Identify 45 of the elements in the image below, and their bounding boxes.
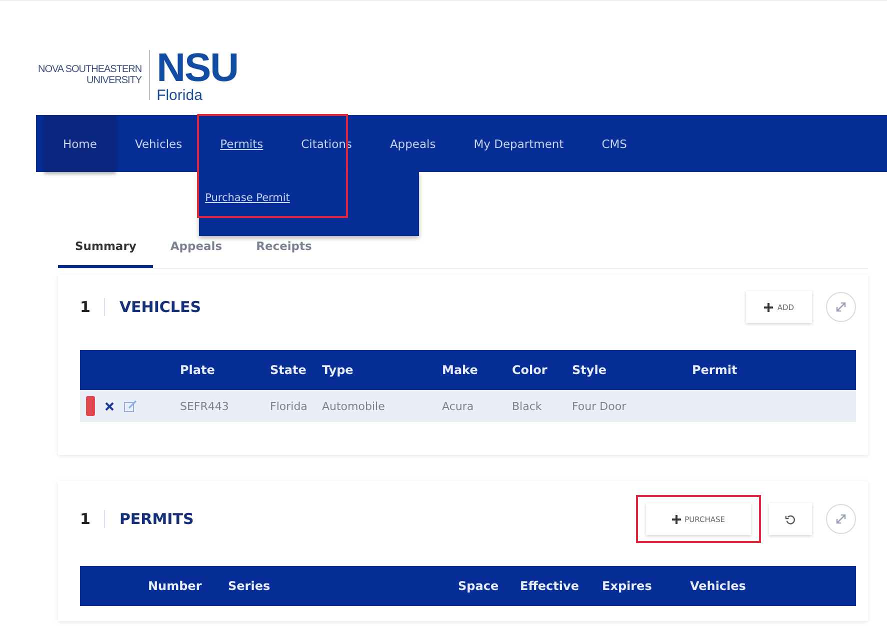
column-header: Expires bbox=[602, 579, 653, 593]
column-header: Series bbox=[228, 579, 272, 593]
column-header: Effective bbox=[520, 579, 580, 593]
table-cell-text: Automobile bbox=[322, 400, 386, 412]
column-header: Space bbox=[458, 579, 500, 593]
column-header: Permit bbox=[692, 363, 738, 377]
expand-button[interactable] bbox=[826, 292, 856, 322]
history-button[interactable] bbox=[769, 503, 812, 535]
history-icon bbox=[785, 514, 796, 524]
column-header: Vehicles bbox=[690, 579, 747, 593]
nav-item[interactable]: Vehicles bbox=[116, 115, 202, 172]
table-cell-text: Black bbox=[512, 400, 543, 412]
column-header: Plate bbox=[180, 363, 216, 377]
logo-subtitle: Florida bbox=[156, 88, 204, 102]
column-header: Color bbox=[512, 363, 548, 377]
column-header: Type bbox=[322, 363, 354, 377]
expand-icon bbox=[835, 513, 847, 525]
count: 1 bbox=[80, 298, 106, 316]
nav-item[interactable]: My Department bbox=[454, 115, 583, 172]
column-header: Style bbox=[572, 363, 608, 377]
university-name: UNIVERSITY bbox=[86, 75, 142, 86]
plus-icon bbox=[764, 302, 774, 312]
panel-title: PERMITS bbox=[119, 510, 194, 528]
menu-item[interactable]: Purchase Permit bbox=[205, 192, 290, 204]
nav-item[interactable]: Home bbox=[44, 115, 116, 172]
expand-icon bbox=[835, 301, 847, 313]
panel-title: VEHICLES bbox=[119, 298, 202, 316]
nav-item[interactable]: Appeals bbox=[370, 115, 455, 172]
column-header: State bbox=[270, 363, 308, 377]
table-cell-text: Acura bbox=[442, 400, 475, 412]
column-header: Make bbox=[442, 363, 479, 377]
count: 1 bbox=[80, 510, 106, 528]
tab[interactable]: Summary bbox=[58, 226, 154, 268]
delete-icon[interactable] bbox=[105, 402, 114, 410]
university-name: NOVA SOUTHEASTERN bbox=[38, 64, 142, 75]
plus-icon bbox=[672, 514, 681, 524]
nav-item[interactable]: Permits bbox=[201, 115, 282, 172]
nav-item[interactable]: CMS bbox=[582, 115, 646, 172]
logo-text: NSU bbox=[156, 48, 238, 88]
table-cell-text: Four Door bbox=[572, 400, 628, 412]
table-cell-text: Florida bbox=[270, 400, 308, 412]
table-cell-text: SEFR443 bbox=[180, 400, 230, 412]
expand-button[interactable] bbox=[826, 504, 856, 534]
edit-icon[interactable] bbox=[124, 400, 137, 412]
column-header: Number bbox=[148, 579, 203, 593]
